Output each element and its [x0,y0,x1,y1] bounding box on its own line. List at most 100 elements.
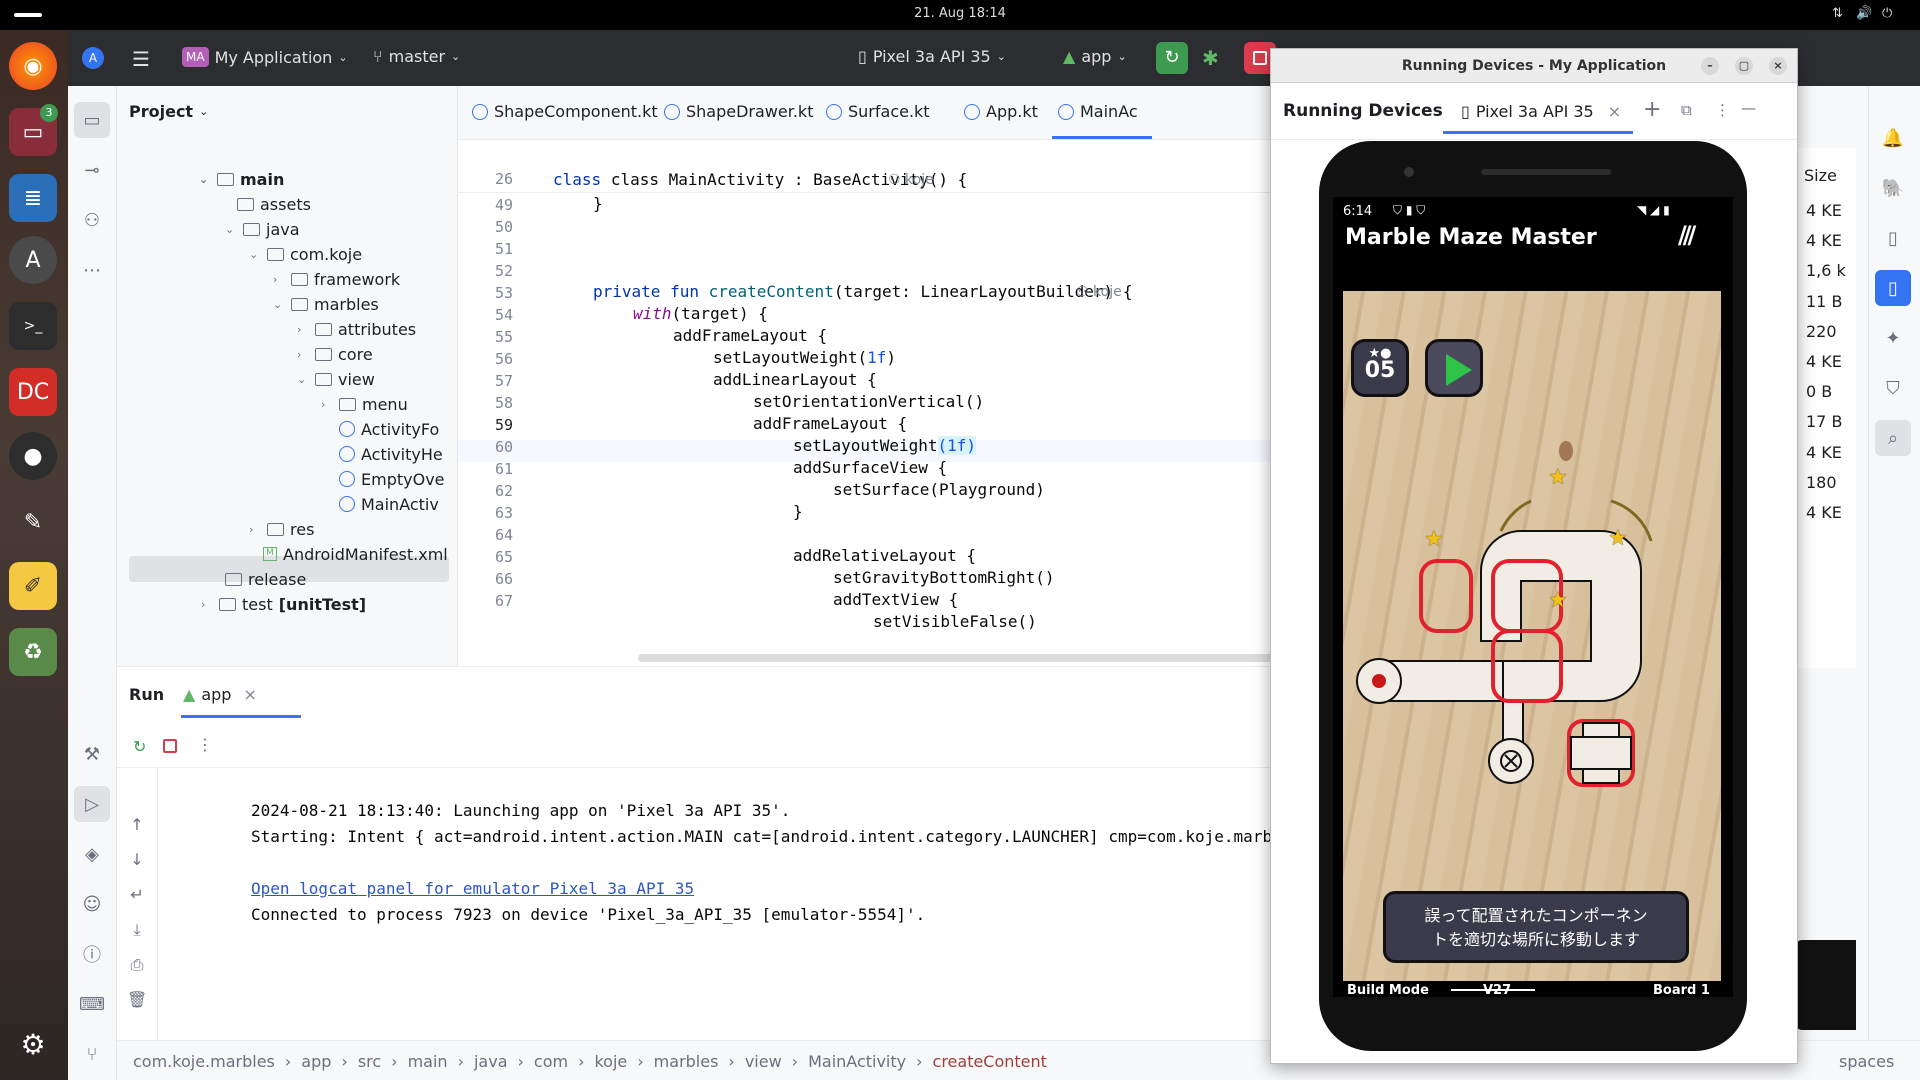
tree-node[interactable]: ⌄ com.koje [249,241,362,267]
tree-node[interactable]: ⌄ view [297,366,375,392]
print-icon[interactable]: ⎙ [127,947,147,982]
crumb[interactable]: app [301,1052,331,1071]
text-editor-icon[interactable]: ✐ [9,562,57,610]
rerun-icon[interactable]: ↻ [133,737,146,756]
vcs-branch-selector[interactable]: ⑂ master ⌄ [373,47,460,66]
device-selector[interactable]: ▯ Pixel 3a API 35 ⌄ [858,47,1006,66]
project-selector[interactable]: MA My Application ⌄ [182,47,348,67]
device-tab[interactable]: ▯ Pixel 3a API 35 × [1461,102,1621,121]
trash-icon[interactable]: 🗑 [127,982,147,1017]
tree-node[interactable]: ActivityHe [339,441,457,467]
structure-icon[interactable]: ⚇ [68,202,116,238]
crumb[interactable]: view [745,1052,782,1071]
tree-node[interactable]: ActivityFo [339,416,457,442]
more-options-icon[interactable]: ⋮ [197,735,213,754]
project-panel-title[interactable]: Project ⌄ [129,98,208,124]
crumb[interactable]: com [534,1052,568,1071]
stop-icon[interactable] [163,739,177,753]
tree-node[interactable]: ⌄ java [225,216,300,242]
main-menu-icon[interactable]: ☰ [132,47,150,71]
notifications-icon[interactable]: 🔔 [1869,120,1917,156]
scroll-to-end-icon[interactable]: ⤓ [127,912,147,947]
firefox-icon[interactable]: ◉ [9,42,57,90]
gradle-icon[interactable]: 🐘 [1869,170,1917,206]
tab-shapecomponent[interactable]: ShapeComponent.kt [472,102,658,121]
recorder-icon[interactable]: ● [9,432,57,480]
commit-icon[interactable]: ⊸ [68,152,116,188]
maximize-button[interactable]: ▢ [1735,57,1753,75]
tree-node[interactable]: › core [297,341,373,367]
device-manager-icon[interactable]: ▯ [1869,220,1917,256]
tab-app[interactable]: App.kt [964,102,1038,121]
running-devices-icon[interactable]: ▯ [1875,270,1911,306]
tab-surface[interactable]: Surface.kt [826,102,930,121]
git-icon[interactable]: ⑂ [68,1036,116,1072]
add-device-icon[interactable]: + [1643,97,1661,122]
android-studio-icon[interactable]: A [9,236,57,284]
code-editor[interactable]: ShapeComponent.kt ShapeDrawer.kt Surface… [458,86,1336,666]
more-options-icon[interactable]: ⋮ [1715,101,1730,119]
breadcrumb: com.koje.marbles › app › src › main › java › … [133,1052,1047,1071]
run-tool-icon[interactable]: ▷ [74,786,110,822]
soft-wrap-icon[interactable]: ↵ [127,877,147,912]
problems-icon[interactable]: ⓘ [68,936,116,972]
more-tools-icon[interactable]: ⋯ [68,252,116,288]
tree-node-selected[interactable]: MainActiv [339,491,457,517]
volume-icon[interactable]: 🔊 [1856,6,1872,21]
crumb[interactable]: src [358,1052,381,1071]
crumb[interactable]: java [474,1052,508,1071]
build-icon[interactable]: ⚒ [68,736,116,772]
layout-icon[interactable]: ⧉ [1681,101,1692,119]
indent-setting[interactable]: spaces [1839,1052,1894,1071]
app-quality-icon[interactable]: ⛉ [1869,370,1917,406]
tree-node[interactable]: release [225,566,306,592]
device-screen[interactable]: 6:14 ⛉ ▮ ⛉ ◥ ◢ ▮ Marble Maze Master /// … [1333,197,1733,997]
tab-mainactivity[interactable]: MainAc [1058,102,1138,121]
writer-icon[interactable]: ≣ [9,174,57,222]
logcat-icon[interactable]: ☺ [68,886,116,922]
minimize-button[interactable]: – [1701,57,1719,75]
close-button[interactable]: × [1769,57,1787,75]
tab-shapedrawer[interactable]: ShapeDrawer.kt [664,102,813,121]
crumb[interactable]: createContent [933,1052,1047,1071]
clock[interactable]: 21. Aug 18:14 [0,6,1920,21]
profiler-icon[interactable]: ◈ [68,836,116,872]
rerun-button[interactable]: ↻ [1156,42,1188,74]
crumb[interactable]: main [408,1052,448,1071]
debug-icon[interactable]: ✱ [1202,46,1219,70]
dc-icon[interactable]: DC [9,368,57,416]
tree-node[interactable]: › test [unitTest] [201,591,366,617]
tree-node[interactable]: ⌄ main [199,166,284,192]
tree-node[interactable]: M AndroidManifest.xml [263,541,448,567]
code-line: setVisibleFalse() [873,612,1037,631]
power-icon[interactable]: ⏻ [1882,6,1892,21]
hide-icon[interactable]: — [1741,99,1756,117]
run-config-selector[interactable]: ▲ app ⌄ [1063,47,1127,66]
horizontal-scrollbar[interactable] [638,654,1322,662]
up-arrow-icon[interactable]: ↑ [127,807,147,842]
crumb[interactable]: MainActivity [808,1052,906,1071]
tree-node[interactable]: assets [237,191,311,217]
tree-node[interactable]: › attributes [297,316,416,342]
project-tool-icon[interactable]: ▭ [74,102,110,138]
device-explorer-icon[interactable]: ⌕ [1875,420,1911,456]
run-tab-app[interactable]: ▲ app × [183,685,257,704]
terminal-tool-icon[interactable]: ⌨ [68,986,116,1022]
tree-node[interactable]: ⌄ marbles [273,291,379,317]
down-arrow-icon[interactable]: ↓ [127,842,147,877]
tree-node[interactable]: › res [249,516,314,542]
terminal-icon[interactable]: >_ [9,302,57,350]
show-apps-icon[interactable]: ⚙ [9,1020,57,1068]
tree-node[interactable]: › framework [273,266,400,292]
gemini-icon[interactable]: ✦ [1869,320,1917,356]
tree-node[interactable]: EmptyOve [339,466,457,492]
crumb[interactable]: com.koje.marbles [133,1052,275,1071]
crumb[interactable]: marbles [654,1052,719,1071]
gimp-icon[interactable]: ✎ [9,498,57,546]
crumb[interactable]: koje [594,1052,627,1071]
network-icon[interactable]: ⇅ [1832,6,1843,21]
open-logcat-link[interactable]: Open logcat panel for emulator Pixel 3a … [251,879,694,898]
game-board[interactable]: ★● 05 ★ ★ ★ ★ 誤って配置されたコンポーネン トを適切な場所に移動し… [1343,291,1721,981]
trash-icon[interactable]: ♻ [9,628,57,676]
tree-node[interactable]: › menu [321,391,408,417]
